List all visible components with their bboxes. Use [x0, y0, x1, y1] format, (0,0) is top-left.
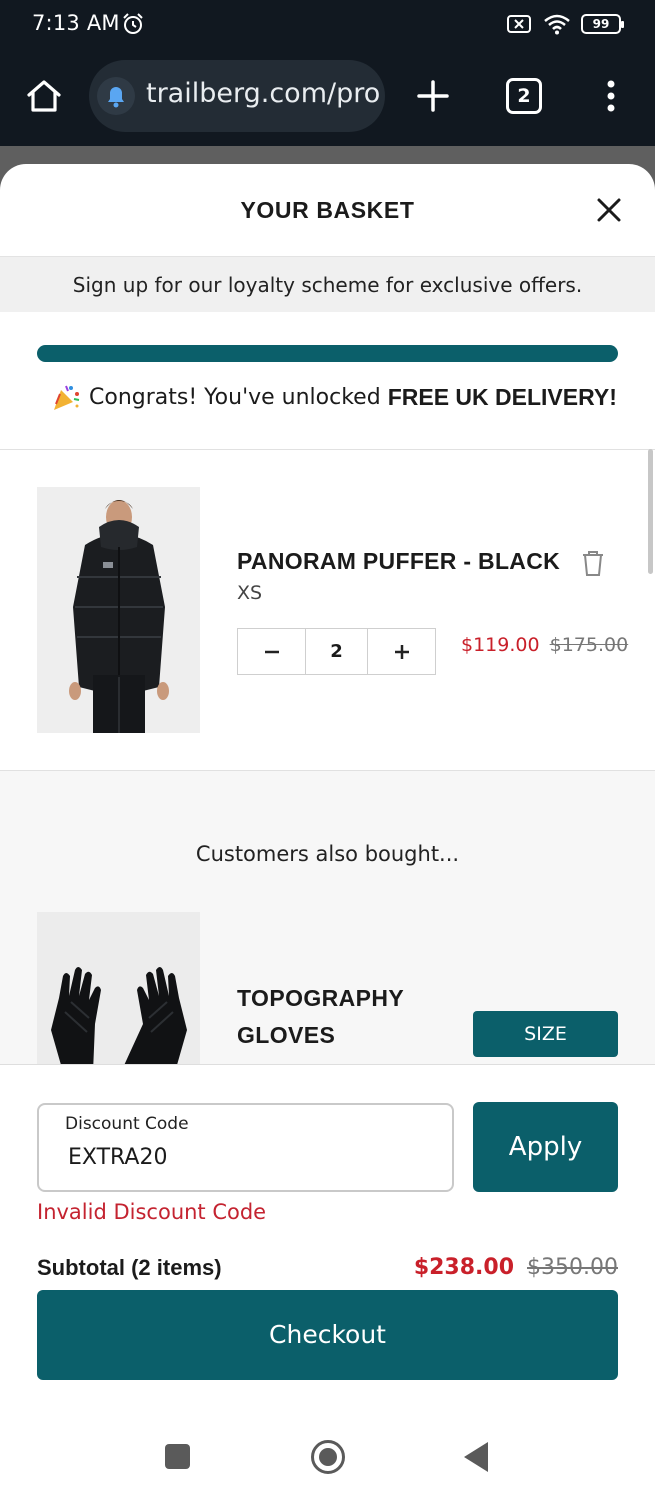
- party-popper-icon: [54, 385, 80, 410]
- also-bought-title: Customers also bought...: [195, 842, 460, 866]
- decrease-quantity-button[interactable]: [238, 629, 305, 674]
- divider: [0, 770, 655, 771]
- product-size: XS: [237, 582, 263, 604]
- size-button[interactable]: SIZE: [473, 1011, 618, 1057]
- battery-level: 99: [592, 17, 610, 31]
- back-icon[interactable]: [462, 1440, 490, 1474]
- tab-switcher-button[interactable]: 2: [506, 78, 542, 114]
- status-icons: 99: [507, 13, 624, 35]
- discount-code-label: Discount Code: [65, 1114, 189, 1134]
- battery-icon: 99: [581, 14, 624, 34]
- subtotal-prices: $238.00 $350.00: [414, 1255, 618, 1280]
- basket-drawer: YOUR BASKET Sign up for our loyalty sche…: [0, 164, 655, 1415]
- free-delivery-progress: [37, 345, 618, 362]
- free-delivery-message: Congrats! You've unlocked FREE UK DELIVE…: [51, 382, 617, 412]
- close-icon[interactable]: [594, 195, 624, 225]
- trash-icon[interactable]: [581, 549, 605, 577]
- quantity-stepper: 2: [237, 628, 436, 675]
- product-image-gloves[interactable]: [37, 912, 200, 1072]
- recents-icon[interactable]: [165, 1444, 190, 1469]
- apply-discount-button[interactable]: Apply: [473, 1102, 618, 1192]
- subtotal-original-price: $350.00: [527, 1255, 618, 1280]
- divider: [0, 449, 655, 450]
- notification-bell-icon[interactable]: [97, 77, 135, 115]
- scrollbar[interactable]: [648, 449, 653, 574]
- product-name[interactable]: PANORAM PUFFER - BLACK: [237, 548, 560, 575]
- discount-error-message: Invalid Discount Code: [37, 1200, 267, 1224]
- sale-price: $119.00: [461, 634, 540, 656]
- wifi-icon: [544, 14, 570, 35]
- address-bar[interactable]: trailberg.com/pro: [89, 60, 385, 132]
- subtotal-label: Subtotal (2 items): [37, 1255, 222, 1280]
- browser-toolbar: trailberg.com/pro 2: [0, 50, 655, 146]
- discount-code-field[interactable]: Discount Code: [37, 1103, 454, 1192]
- congrats-highlight: FREE UK DELIVERY!: [387, 383, 617, 410]
- original-price: $175.00: [549, 634, 629, 656]
- basket-title: YOUR BASKET: [240, 197, 415, 223]
- basket-footer: Discount Code Apply Invalid Discount Cod…: [0, 1064, 655, 1415]
- system-nav-bar: [0, 1415, 655, 1500]
- data-off-icon: [507, 15, 531, 33]
- status-time: 7:13 AM: [32, 11, 120, 35]
- home-circle-icon[interactable]: [310, 1439, 346, 1475]
- also-bought-section: Customers also bought... TOPOGRAPHY GLOV…: [0, 770, 655, 1072]
- loyalty-banner[interactable]: Sign up for our loyalty scheme for exclu…: [0, 256, 655, 312]
- increase-quantity-button[interactable]: [368, 629, 435, 674]
- new-tab-icon[interactable]: [413, 76, 453, 116]
- product-image-puffer[interactable]: [37, 487, 200, 733]
- discount-code-input[interactable]: [68, 1145, 428, 1170]
- quantity-value[interactable]: 2: [305, 629, 368, 674]
- subtotal-sale-price: $238.00: [413, 1255, 515, 1280]
- progress-fill: [37, 345, 618, 362]
- congrats-text: Congrats! You've unlocked: [89, 384, 381, 410]
- alarm-icon: [123, 13, 143, 34]
- more-menu-icon[interactable]: [596, 76, 626, 116]
- recommended-product-name[interactable]: TOPOGRAPHY GLOVES: [237, 980, 437, 1054]
- url-text[interactable]: trailberg.com/pro: [146, 78, 380, 109]
- item-price: $119.00 $175.00: [461, 634, 628, 656]
- status-bar: 7:13 AM 99: [0, 0, 655, 50]
- home-icon[interactable]: [24, 76, 64, 116]
- checkout-button[interactable]: Checkout: [37, 1290, 618, 1380]
